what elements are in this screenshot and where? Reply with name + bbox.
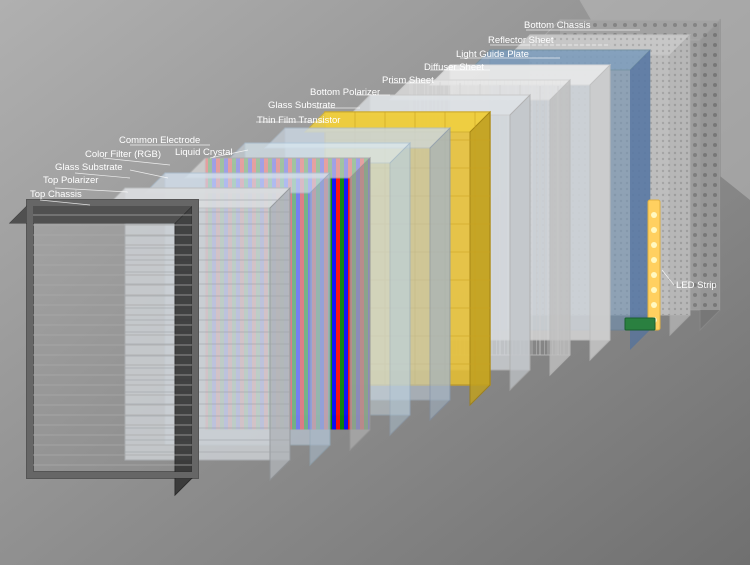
label-liquid-crystal: Liquid Crystal bbox=[175, 147, 233, 158]
label-top-polarizer: Top Polarizer bbox=[43, 175, 98, 186]
label-common-electrode: Common Electrode bbox=[119, 135, 200, 146]
label-thin-film-transistor: Thin Film Transistor bbox=[257, 115, 340, 126]
label-top-chassis: Top Chassis bbox=[30, 189, 82, 200]
label-diffuser-sheet: Diffuser Sheet bbox=[424, 62, 484, 73]
label-bottom-chassis: Bottom Chassis bbox=[524, 20, 591, 31]
label-reflector-sheet: Reflector Sheet bbox=[488, 35, 554, 46]
label-bottom-polarizer: Bottom Polarizer bbox=[310, 87, 380, 98]
label-light-guide-plate: Light Guide Plate bbox=[456, 49, 529, 60]
label-color-filter: Color Filter (RGB) bbox=[85, 149, 161, 160]
label-glass-substrate-1: Glass Substrate bbox=[55, 162, 123, 173]
label-glass-substrate-2: Glass Substrate bbox=[268, 100, 336, 111]
label-led-strip: LED Strip bbox=[676, 280, 717, 291]
diagram-scene: Bottom Chassis Reflector Sheet Light Gui… bbox=[0, 0, 750, 565]
